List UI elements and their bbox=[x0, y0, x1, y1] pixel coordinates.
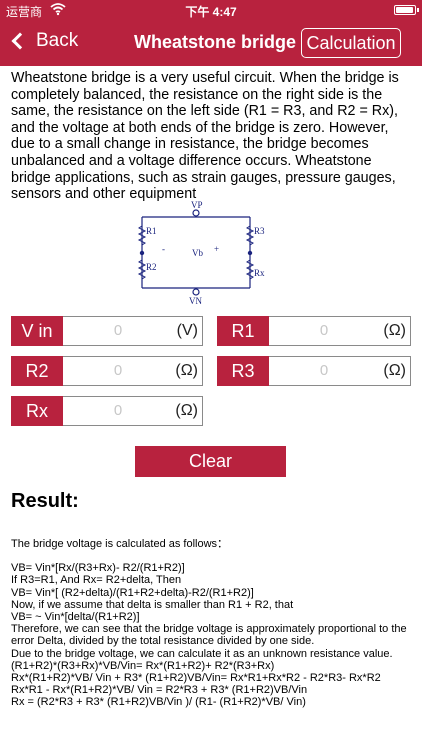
result-line: VB= Vin*[ (R2+delta)/(R1+R2+delta)-R2/(R… bbox=[11, 586, 254, 599]
r3-unit: (Ω) bbox=[383, 362, 406, 379]
r2-unit: (Ω) bbox=[175, 362, 198, 379]
calculation-button[interactable]: Calculation bbox=[301, 28, 401, 58]
r1-field-row: R1 0 (Ω) bbox=[217, 316, 411, 346]
battery-icon bbox=[394, 5, 419, 15]
result-line: The bridge voltage is calculated as foll… bbox=[11, 538, 229, 550]
result-line: VB= ~ Vin*[delta/(R1+R2)] bbox=[11, 611, 140, 624]
r3-value: 0 bbox=[319, 362, 329, 379]
result-line: (R1+R2)*(R3+Rx)*VB/Vin= Rx*(R1+R2)+ R2*(… bbox=[11, 659, 275, 672]
status-bar: 运营商 下午 4:47 bbox=[0, 0, 422, 20]
back-label: Back bbox=[36, 30, 79, 51]
circuit-label-vn: VN bbox=[189, 296, 202, 305]
circuit-label-r3: R3 bbox=[254, 226, 265, 236]
vin-unit: (V) bbox=[176, 322, 198, 339]
vin-field-row: V in 0 (V) bbox=[11, 316, 203, 346]
result-line: VB= Vin*[Rx/(R3+Rx)- R2/(R1+R2)] bbox=[11, 562, 185, 575]
rx-input[interactable]: 0 (Ω) bbox=[63, 396, 203, 426]
result-line: Therefore, we can see that the bridge vo… bbox=[11, 623, 407, 648]
r3-label: R3 bbox=[217, 356, 269, 386]
result-explanation: The bridge voltage is calculated as foll… bbox=[11, 538, 417, 709]
intro-text: Wheatstone bridge is a very useful circu… bbox=[11, 70, 399, 203]
r3-field-row: R3 0 (Ω) bbox=[217, 356, 411, 386]
r2-input[interactable]: 0 (Ω) bbox=[63, 356, 203, 386]
wheatstone-circuit-diagram: VP VN R1 R2 R3 Rx Vb - + bbox=[130, 200, 270, 306]
circuit-label-vp: VP bbox=[191, 200, 203, 210]
r2-field-row: R2 0 (Ω) bbox=[11, 356, 203, 386]
result-title: Result: bbox=[11, 490, 79, 512]
vin-value: 0 bbox=[113, 322, 123, 339]
circuit-label-plus: + bbox=[214, 244, 219, 254]
clock: 下午 4:47 bbox=[185, 5, 237, 19]
r2-value: 0 bbox=[113, 362, 123, 379]
vin-input[interactable]: 0 (V) bbox=[63, 316, 203, 346]
r2-label: R2 bbox=[11, 356, 63, 386]
result-line-blank bbox=[11, 550, 417, 562]
r1-value: 0 bbox=[319, 322, 329, 339]
clear-button[interactable]: Clear bbox=[135, 446, 286, 477]
r1-input[interactable]: 0 (Ω) bbox=[269, 316, 411, 346]
circuit-label-r1: R1 bbox=[146, 226, 157, 236]
back-button[interactable]: Back bbox=[10, 30, 78, 52]
result-line: Rx = (R2*R3 + R3* (R1+R2)VB/Vin )/ (R1- … bbox=[11, 696, 306, 709]
r1-unit: (Ω) bbox=[383, 322, 406, 339]
page-title: Wheatstone bridge bbox=[134, 32, 297, 52]
result-line: Due to the bridge voltage, we can calcul… bbox=[11, 647, 393, 660]
result-line: Rx*(R1+R2)*VB/ Vin + R3* (R1+R2)VB/Vin= … bbox=[11, 672, 381, 685]
rx-label: Rx bbox=[11, 396, 63, 426]
chevron-left-icon bbox=[11, 32, 29, 50]
rx-value: 0 bbox=[113, 402, 123, 419]
r1-label: R1 bbox=[217, 316, 269, 346]
circuit-label-rx: Rx bbox=[254, 268, 265, 278]
result-line: Rx*R1 - Rx*(R1+R2)*VB/ Vin = R2*R3 + R3*… bbox=[11, 684, 308, 697]
rx-unit: (Ω) bbox=[175, 402, 198, 419]
result-line: If R3=R1, And Rx= R2+delta, Then bbox=[11, 574, 182, 587]
vin-label: V in bbox=[11, 316, 63, 346]
rx-field-row: Rx 0 (Ω) bbox=[11, 396, 203, 426]
result-line: Now, if we assume that delta is smaller … bbox=[11, 598, 294, 611]
circuit-label-vb: Vb bbox=[192, 248, 203, 258]
circuit-label-r2: R2 bbox=[146, 262, 157, 272]
r3-input[interactable]: 0 (Ω) bbox=[269, 356, 411, 386]
navigation-bar: Back Wheatstone bridge Calculation bbox=[0, 20, 422, 66]
circuit-label-minus: - bbox=[162, 244, 165, 254]
